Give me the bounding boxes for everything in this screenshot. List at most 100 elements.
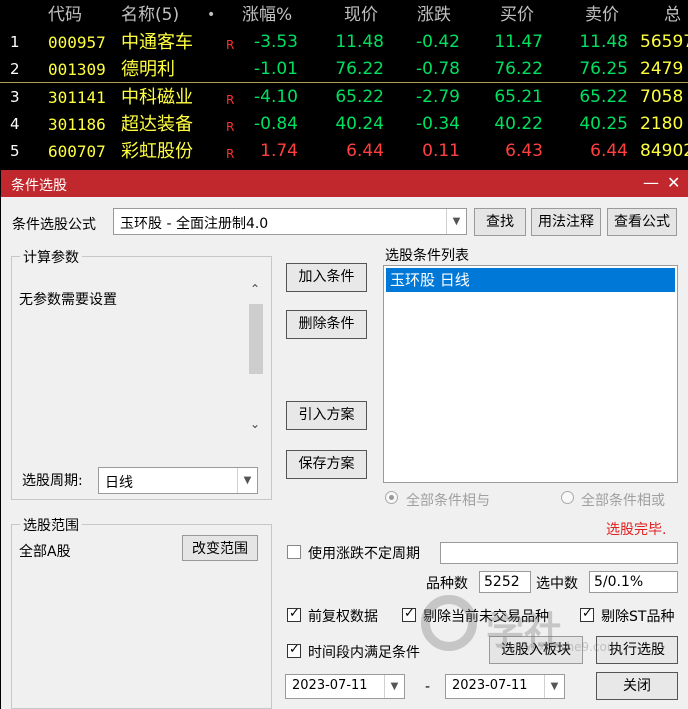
close-icon[interactable]: ✕ xyxy=(667,173,680,192)
price: 40.24 xyxy=(335,114,384,134)
stock-name: 中科磁业 xyxy=(121,87,193,108)
close-button[interactable]: 关闭 xyxy=(596,672,678,700)
radio-or[interactable] xyxy=(561,491,574,504)
count-label: 品种数 xyxy=(426,576,468,592)
stock-code: 600707 xyxy=(48,142,106,161)
condition-list-label: 选股条件列表 xyxy=(385,248,469,264)
col-header-code[interactable]: 代码 xyxy=(48,2,82,29)
count-value: 5252 xyxy=(479,571,531,593)
stock-screener-dialog: 条件选股 — ✕ 条件选股公式 玉环股 - 全面注册制4.0 ▼ 查找 用法注释… xyxy=(1,170,688,709)
prerestore-checkbox[interactable] xyxy=(287,606,301,622)
status-text: 选股完毕. xyxy=(606,522,667,538)
change: -2.79 xyxy=(416,87,460,107)
formula-select[interactable]: 玉环股 - 全面注册制4.0 ▼ xyxy=(113,208,467,235)
use-period-checkbox[interactable] xyxy=(287,545,301,559)
volume: 2479 xyxy=(640,59,684,79)
stock-code: 301141 xyxy=(48,88,106,107)
col-header-volume[interactable]: 总 xyxy=(664,2,681,29)
time-range-checkbox[interactable] xyxy=(287,642,301,658)
chg-pct: -4.10 xyxy=(254,87,298,107)
period-label: 选股周期: xyxy=(22,473,83,489)
stock-quote-table: 代码 名称(5) • 涨幅% 现价 涨跌 买价 卖价 总 1 000957 中通… xyxy=(0,0,688,168)
scope-value: 全部A股 xyxy=(19,544,71,560)
dialog-title: 条件选股 xyxy=(11,178,67,194)
volume: 56597 xyxy=(640,32,688,52)
chg-pct: -1.01 xyxy=(254,59,298,79)
row-index: 2 xyxy=(10,60,20,78)
row-index: 4 xyxy=(10,115,20,133)
price: 65.22 xyxy=(335,87,384,107)
period-select[interactable]: 日线 ▼ xyxy=(98,467,258,494)
table-row[interactable]: 1 000957 中通客车 R -3.53 11.48 -0.42 11.47 … xyxy=(0,29,688,56)
minimize-icon[interactable]: — xyxy=(643,173,659,192)
period-input[interactable] xyxy=(440,542,678,564)
change: 0.11 xyxy=(422,141,460,161)
view-formula-button[interactable]: 查看公式 xyxy=(607,208,677,236)
table-row[interactable]: 3 301141 中科磁业 R -4.10 65.22 -2.79 65.21 … xyxy=(0,84,688,111)
params-scrollbar[interactable]: ⌃ ⌄ xyxy=(246,279,266,437)
col-header-price[interactable]: 现价 xyxy=(344,2,378,29)
bid: 40.22 xyxy=(494,114,543,134)
table-row[interactable]: 4 301186 超达装备 R -0.84 40.24 -0.34 40.22 … xyxy=(0,111,688,138)
col-header-ask[interactable]: 卖价 xyxy=(585,2,619,29)
find-button[interactable]: 查找 xyxy=(474,208,526,236)
col-header-change[interactable]: 涨跌 xyxy=(417,2,451,29)
col-header-bid[interactable]: 买价 xyxy=(500,2,534,29)
date-to-picker[interactable]: 2023-07-11 ▼ xyxy=(445,674,565,699)
row-index: 5 xyxy=(10,142,20,160)
change-scope-button[interactable]: 改变范围 xyxy=(182,535,258,561)
import-plan-button[interactable]: 引入方案 xyxy=(286,401,367,430)
scroll-thumb[interactable] xyxy=(249,304,263,374)
volume: 84902 xyxy=(640,141,688,161)
scroll-up-icon[interactable]: ⌃ xyxy=(250,282,260,296)
selected-label: 选中数 xyxy=(536,576,578,592)
table-row[interactable]: 5 600707 彩虹股份 R 1.74 6.44 0.11 6.43 6.44… xyxy=(0,138,688,165)
date-from-value: 2023-07-11 xyxy=(292,678,368,693)
date-separator: - xyxy=(425,679,431,695)
radio-or-label: 全部条件相或 xyxy=(581,493,665,509)
chevron-down-icon[interactable]: ▼ xyxy=(237,468,257,493)
formula-label: 条件选股公式 xyxy=(12,217,96,233)
radio-and-label: 全部条件相与 xyxy=(406,493,490,509)
radio-and[interactable] xyxy=(385,491,398,504)
params-group-label: 计算参数 xyxy=(20,247,82,267)
condition-list[interactable]: 玉环股 日线 xyxy=(383,265,678,483)
exclude-st-checkbox[interactable] xyxy=(580,606,594,622)
dialog-titlebar[interactable]: 条件选股 — ✕ xyxy=(1,170,688,197)
exclude-st-label: 剔除ST品种 xyxy=(601,609,675,625)
table-row[interactable]: 2 001309 德明利 -1.01 76.22 -0.78 76.22 76.… xyxy=(0,56,688,83)
chevron-down-icon[interactable]: ▼ xyxy=(446,209,466,234)
scroll-down-icon[interactable]: ⌄ xyxy=(250,417,260,431)
table-header: 代码 名称(5) • 涨幅% 现价 涨跌 买价 卖价 总 xyxy=(0,2,688,29)
use-period-label: 使用涨跌不定周期 xyxy=(308,546,420,562)
volume: 7058 xyxy=(640,87,684,107)
bid: 65.21 xyxy=(494,87,543,107)
chevron-down-icon[interactable]: ▼ xyxy=(544,675,564,698)
selected-value: 5/0.1% xyxy=(589,571,678,593)
row-index: 1 xyxy=(10,33,20,51)
params-group: 计算参数 无参数需要设置 ⌃ ⌄ 选股周期: 日线 ▼ xyxy=(11,247,272,500)
chg-pct: -0.84 xyxy=(254,114,298,134)
col-header-chg-pct[interactable]: 涨幅% xyxy=(242,2,292,29)
row-index: 3 xyxy=(10,88,20,106)
date-from-picker[interactable]: 2023-07-11 ▼ xyxy=(285,674,405,699)
add-condition-button[interactable]: 加入条件 xyxy=(286,263,367,292)
prerestore-label: 前复权数据 xyxy=(308,609,378,625)
delete-condition-button[interactable]: 删除条件 xyxy=(286,310,367,339)
save-plan-button[interactable]: 保存方案 xyxy=(286,450,367,479)
col-header-name[interactable]: 名称(5) xyxy=(121,2,179,29)
watermark-logo-icon xyxy=(421,595,477,651)
col-header-dot: • xyxy=(207,7,216,23)
change: -0.42 xyxy=(416,32,460,52)
price: 6.44 xyxy=(346,141,384,161)
usage-notes-button[interactable]: 用法注释 xyxy=(531,208,601,236)
price: 11.48 xyxy=(335,32,384,52)
params-text: 无参数需要设置 xyxy=(19,292,117,308)
chevron-down-icon[interactable]: ▼ xyxy=(384,675,404,698)
condition-list-item[interactable]: 玉环股 日线 xyxy=(386,268,675,292)
stock-code: 000957 xyxy=(48,33,106,52)
date-to-value: 2023-07-11 xyxy=(452,678,528,693)
exclude-untraded-checkbox[interactable] xyxy=(402,606,416,622)
volume: 2180 xyxy=(640,114,684,134)
change: -0.78 xyxy=(416,59,460,79)
